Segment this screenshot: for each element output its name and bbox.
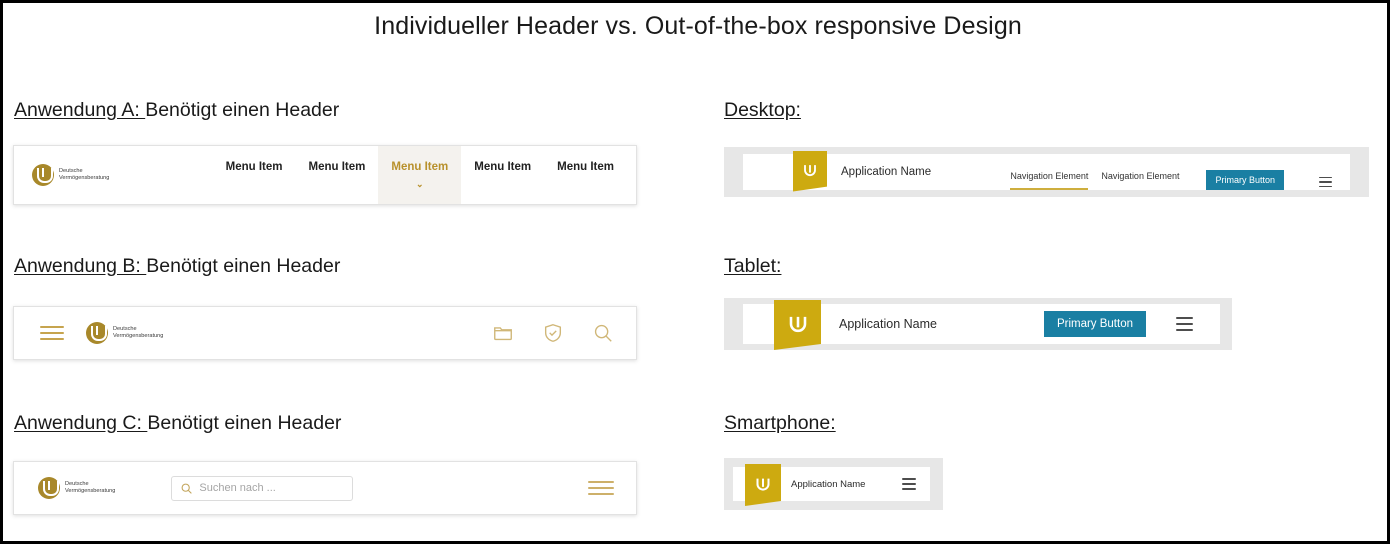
menu-item-1[interactable]: Menu Item: [213, 146, 296, 204]
dvag-v-mark: [756, 478, 770, 491]
dvag-logo-line2: Vermögensberatung: [59, 175, 110, 181]
burger-line-1: [40, 326, 64, 329]
header-mockup-a: Deutsche Vermögensberatung Menu Item Men…: [13, 145, 637, 205]
burger-line-1: [1176, 317, 1193, 320]
menu-item-4[interactable]: Menu Item: [461, 146, 544, 204]
section-heading-anwendung-a: Anwendung A: Benötigt einen Header: [14, 99, 339, 122]
desktop-header-bar: Application Name Navigation Element Navi…: [743, 150, 1350, 192]
menu-item-5-label: Menu Item: [557, 161, 614, 173]
header-mockup-c: Deutsche Vermögensberatung Suchen nach .…: [13, 461, 637, 515]
hamburger-menu-icon[interactable]: [40, 322, 64, 344]
burger-line-1: [902, 478, 916, 480]
section-heading-smartphone: Smartphone:: [724, 412, 836, 435]
hamburger-menu-icon[interactable]: [902, 475, 916, 493]
dvag-logo[interactable]: Deutsche Vermögensberatung: [38, 477, 115, 499]
burger-line-2: [1319, 181, 1332, 183]
shield-check-icon[interactable]: [542, 322, 564, 344]
section-heading-c-rest: Benötigt einen Header: [147, 412, 342, 434]
menu-item-4-label: Menu Item: [474, 161, 532, 173]
page-title: Individueller Header vs. Out-of-the-box …: [374, 12, 1022, 40]
burger-line-3: [1319, 185, 1332, 187]
hamburger-menu-icon[interactable]: [1176, 313, 1193, 334]
menu-item-2-label: Menu Item: [308, 161, 366, 173]
dvag-logo-icon: [86, 322, 108, 344]
dvag-logo-line1: Deutsche: [113, 326, 137, 332]
section-heading-c-underlined: Anwendung C:: [14, 412, 148, 434]
dvag-square-logo-icon[interactable]: [793, 150, 827, 192]
burger-line-2: [588, 487, 614, 489]
menu-item-1-label: Menu Item: [225, 161, 283, 173]
dvag-logo-label: Deutsche Vermögensberatung: [113, 326, 163, 340]
search-icon: [181, 483, 193, 494]
burger-line-2: [902, 483, 916, 485]
section-heading-anwendung-b: Anwendung B: Benötigt einen Header: [14, 255, 340, 278]
section-heading-desktop-label: Desktop:: [724, 99, 801, 121]
section-heading-tablet-label: Tablet:: [724, 255, 782, 277]
burger-line-3: [40, 337, 64, 340]
application-name-label: Application Name: [839, 317, 937, 331]
dvag-logo-icon: [38, 477, 60, 499]
section-heading-b-underlined: Anwendung B:: [14, 255, 147, 277]
dvag-logo-line2: Vermögensberatung: [65, 488, 116, 494]
primary-button[interactable]: Primary Button: [1206, 170, 1284, 190]
application-name-label: Application Name: [791, 478, 866, 490]
dvag-logo-icon: [32, 164, 54, 186]
section-heading-a-underlined: Anwendung A:: [14, 99, 146, 121]
dvag-logo[interactable]: Deutsche Vermögensberatung: [86, 322, 163, 344]
desktop-nav-group: Navigation Element Navigation Element Pr…: [1010, 154, 1350, 190]
burger-line-2: [40, 332, 64, 334]
burger-line-1: [1319, 177, 1332, 179]
dvag-logo-label: Deutsche Vermögensberatung: [59, 168, 109, 182]
section-heading-tablet: Tablet:: [724, 255, 781, 278]
section-heading-b-rest: Benötigt einen Header: [146, 255, 341, 277]
tablet-header-bar: Application Name Primary Button: [743, 300, 1220, 350]
menu-item-3-label: Menu Item: [391, 161, 449, 173]
burger-line-1: [588, 480, 614, 483]
folder-icon[interactable]: [492, 322, 514, 344]
section-heading-desktop: Desktop:: [724, 99, 801, 122]
dvag-square-logo-icon[interactable]: [745, 464, 781, 506]
search-input[interactable]: Suchen nach ...: [171, 475, 354, 501]
application-name-label: Application Name: [841, 166, 932, 178]
dvag-logo-line1: Deutsche: [65, 481, 89, 487]
chevron-down-icon[interactable]: ⌄: [416, 180, 424, 189]
nav-element-1[interactable]: Navigation Element: [1010, 171, 1089, 190]
section-heading-anwendung-c: Anwendung C: Benötigt einen Header: [14, 412, 341, 435]
primary-button[interactable]: Primary Button: [1043, 311, 1146, 337]
dvag-logo-line1: Deutsche: [59, 168, 83, 174]
menu-item-5[interactable]: Menu Item: [544, 146, 636, 204]
nav-element-2[interactable]: Navigation Element: [1101, 171, 1179, 190]
hamburger-menu-icon[interactable]: [1319, 174, 1332, 190]
header-mockup-b: Deutsche Vermögensberatung: [13, 306, 637, 360]
smartphone-header-bar: Application Name: [733, 464, 930, 506]
section-heading-smartphone-label: Smartphone:: [724, 412, 836, 434]
dvag-logo-label: Deutsche Vermögensberatung: [65, 481, 115, 495]
dvag-logo-line2: Vermögensberatung: [113, 333, 164, 339]
burger-line-3: [588, 493, 614, 496]
search-icon[interactable]: [592, 322, 614, 344]
search-input-placeholder: Suchen nach ...: [199, 482, 276, 494]
header-b-icon-group: [492, 322, 614, 344]
burger-line-2: [1176, 323, 1193, 325]
slide-canvas: Individueller Header vs. Out-of-the-box …: [0, 0, 1390, 544]
menu-item-3-active[interactable]: Menu Item ⌄: [378, 146, 462, 204]
hamburger-menu-icon[interactable]: [588, 476, 614, 499]
responsive-mockup-desktop: Application Name Navigation Element Navi…: [724, 147, 1369, 197]
menu-strip-a: Menu Item Menu Item Menu Item ⌄ Menu Ite…: [213, 146, 636, 204]
dvag-v-mark: [789, 316, 806, 333]
section-heading-a-rest: Benötigt einen Header: [145, 99, 340, 121]
dvag-v-mark: [804, 165, 816, 177]
burger-line-3: [1176, 328, 1193, 331]
dvag-square-logo-icon[interactable]: [774, 300, 821, 350]
menu-item-2[interactable]: Menu Item: [296, 146, 379, 204]
dvag-logo[interactable]: Deutsche Vermögensberatung: [14, 146, 109, 204]
responsive-mockup-smartphone: Application Name: [724, 458, 943, 510]
responsive-mockup-tablet: Application Name Primary Button: [724, 298, 1232, 350]
burger-line-3: [902, 488, 916, 490]
